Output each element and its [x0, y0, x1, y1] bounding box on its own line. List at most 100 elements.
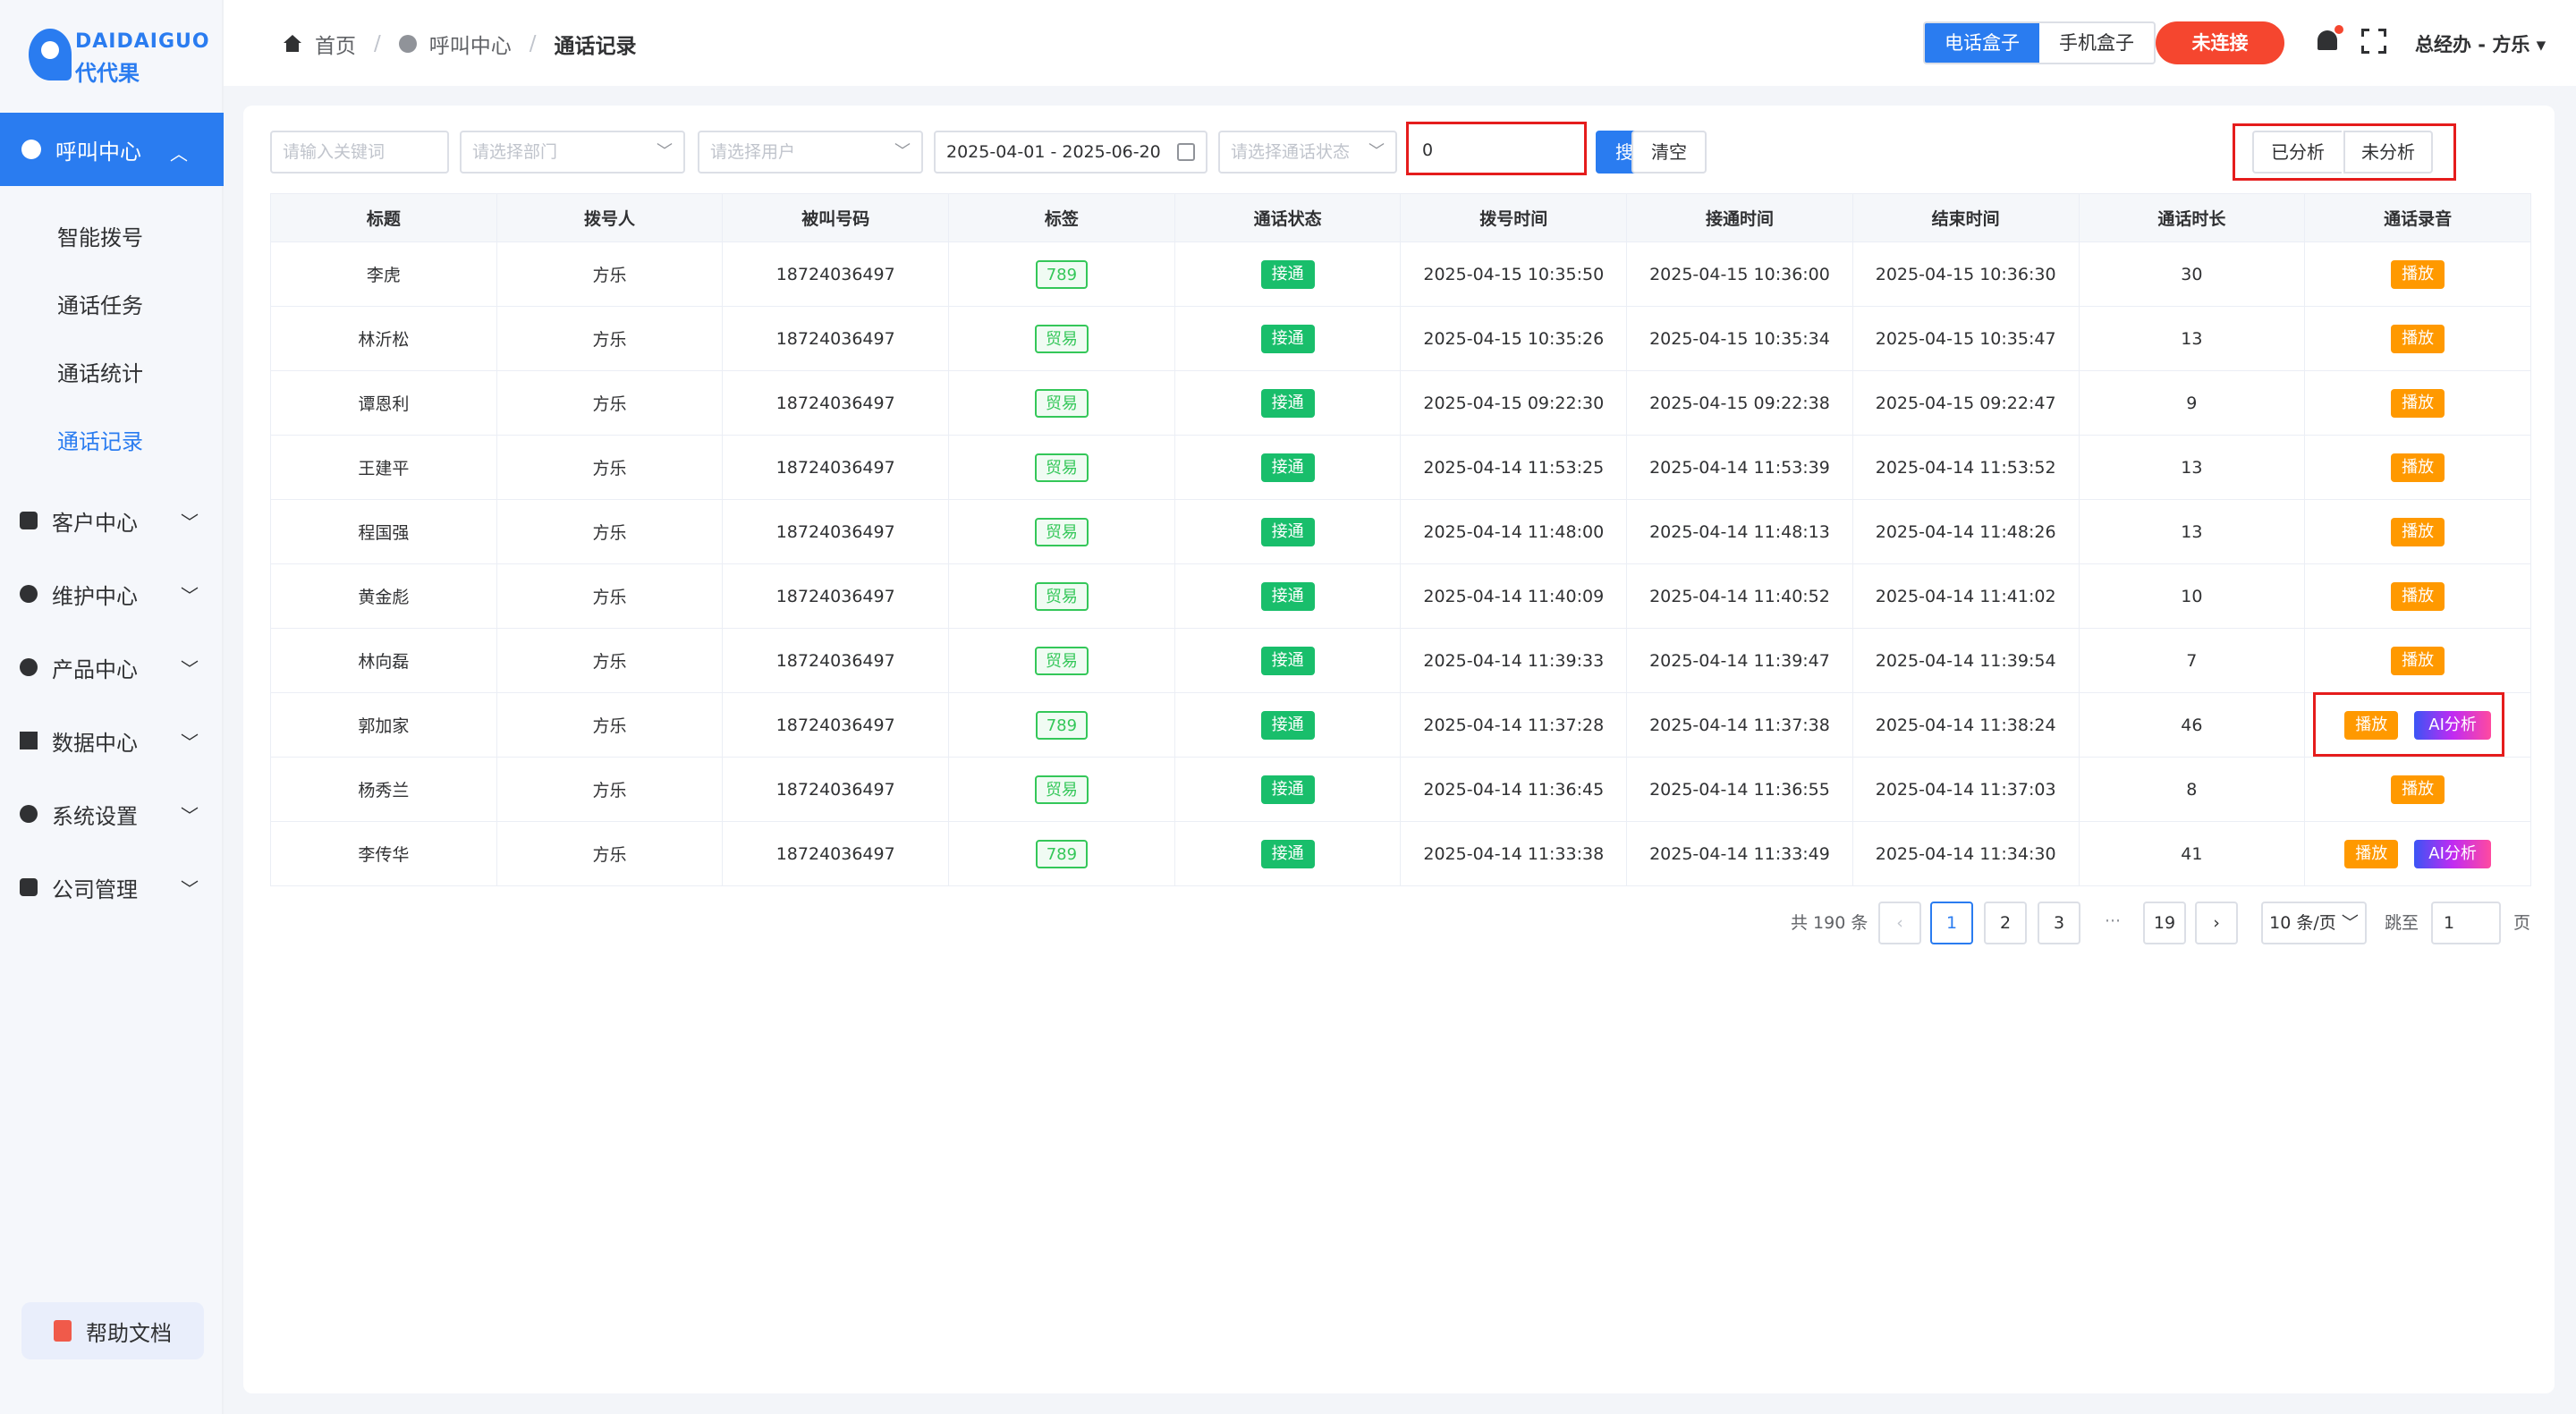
cell-title: 林向磊	[270, 628, 497, 693]
sidebar-group-settings[interactable]: 系统设置 ﹀	[20, 796, 199, 832]
sidebar-group-customer[interactable]: 客户中心 ﹀	[20, 503, 199, 538]
chevron-down-icon: ﹀	[181, 585, 199, 606]
sidebar-item-call-stats[interactable]: 通话统计	[57, 356, 143, 387]
cell-end: 2025-04-14 11:39:54	[1852, 628, 2080, 693]
pagination-page[interactable]: 2	[1984, 902, 2027, 944]
sidebar-group-maintenance[interactable]: 维护中心 ﹀	[20, 576, 199, 612]
cell-caller: 方乐	[496, 306, 724, 371]
status-select[interactable]: 请选择通话状态 ﹀	[1218, 131, 1397, 174]
play-button[interactable]: 播放	[2391, 259, 2445, 289]
cell-recording: 播放	[2304, 628, 2531, 693]
connection-status-button[interactable]: 未连接	[2156, 21, 2284, 64]
pagination-prev[interactable]: ‹	[1878, 902, 1921, 944]
cell-dial: 2025-04-14 11:40:09	[1400, 563, 1628, 629]
table-row: 杨秀兰 方乐 18724036497 贸易 接通 2025-04-14 11:36:45 2…	[270, 757, 2531, 822]
sidebar-item-smart-dial[interactable]: 智能拨号	[57, 220, 143, 251]
cell-tag: 贸易	[948, 370, 1175, 436]
pagination-page[interactable]: 3	[2038, 902, 2080, 944]
help-docs-button[interactable]: 帮助文档	[21, 1302, 204, 1359]
cell-recording: 播放	[2304, 306, 2531, 371]
cell-connect: 2025-04-15 10:35:34	[1626, 306, 1853, 371]
cell-title: 李传华	[270, 821, 497, 886]
logo[interactable]: DAIDAIGUO 代代果	[29, 27, 209, 86]
status-badge: 接通	[1260, 324, 1315, 353]
column-header: 拨号时间	[1400, 193, 1628, 242]
cell-connect: 2025-04-14 11:39:47	[1626, 628, 1853, 693]
tab-phone-box[interactable]: 电话盒子	[1925, 23, 2039, 63]
goto-page-input[interactable]: 1	[2431, 902, 2501, 944]
column-header: 通话状态	[1174, 193, 1402, 242]
breadcrumb-current: 通话记录	[554, 35, 637, 58]
user-name: 总经办 - 方乐	[2415, 34, 2530, 55]
play-button[interactable]: 播放	[2391, 453, 2445, 482]
cell-tag: 贸易	[948, 306, 1175, 371]
cell-title: 黄金彪	[270, 563, 497, 629]
tag-badge: 贸易	[1034, 453, 1089, 482]
pagination-next[interactable]: ›	[2195, 902, 2238, 944]
sidebar-item-call-tasks[interactable]: 通话任务	[57, 288, 143, 319]
cell-number: 18724036497	[722, 306, 950, 371]
play-button[interactable]: 播放	[2344, 839, 2399, 868]
cell-dial: 2025-04-14 11:33:38	[1400, 821, 1628, 886]
date-range-picker[interactable]: 2025-04-01 - 2025-06-20	[934, 131, 1208, 174]
department-select[interactable]: 请选择部门 ﹀	[460, 131, 685, 174]
cell-title: 杨秀兰	[270, 757, 497, 822]
date-range-value: 2025-04-01 - 2025-06-20	[946, 142, 1161, 162]
breadcrumb-separator: /	[374, 32, 381, 55]
cell-recording: 播放	[2304, 563, 2531, 629]
chevron-down-icon: ﹀	[181, 658, 199, 680]
call-records-table: 标题 拨号人 被叫号码 标签 通话状态 拨号时间 接通时间 结束时间 通话时长 …	[270, 193, 2531, 886]
play-button[interactable]: 播放	[2391, 388, 2445, 418]
customer-icon	[20, 512, 38, 529]
tab-mobile-box[interactable]: 手机盒子	[2039, 23, 2154, 63]
phone-icon	[21, 140, 41, 159]
cell-tag: 789	[948, 821, 1175, 886]
cell-end: 2025-04-14 11:48:26	[1852, 499, 2080, 564]
table-header-row: 标题 拨号人 被叫号码 标签 通话状态 拨号时间 接通时间 结束时间 通话时长 …	[270, 193, 2531, 242]
cell-recording: 播放	[2304, 499, 2531, 564]
pagination-page[interactable]: 1	[1930, 902, 1973, 944]
play-button[interactable]: 播放	[2391, 324, 2445, 353]
cell-duration: 10	[2078, 563, 2306, 629]
user-menu[interactable]: 总经办 - 方乐 ▾	[2415, 30, 2546, 57]
cell-dial: 2025-04-14 11:36:45	[1400, 757, 1628, 822]
cell-caller: 方乐	[496, 628, 724, 693]
user-select[interactable]: 请选择用户 ﹀	[698, 131, 923, 174]
table-row: 程国强 方乐 18724036497 贸易 接通 2025-04-14 11:48:00 2…	[270, 499, 2531, 564]
ai-analysis-button[interactable]: AI分析	[2414, 839, 2491, 868]
cell-dial: 2025-04-14 11:39:33	[1400, 628, 1628, 693]
page-size-select[interactable]: 10 条/页 ﹀	[2261, 902, 2367, 944]
product-icon	[20, 658, 38, 676]
play-button[interactable]: 播放	[2391, 646, 2445, 675]
table-row: 郭加家 方乐 18724036497 789 接通 2025-04-14 11:37:28…	[270, 692, 2531, 758]
breadcrumb-home[interactable]: 首页	[315, 29, 356, 59]
tag-badge: 789	[1035, 839, 1089, 868]
bell-icon[interactable]	[2315, 25, 2343, 55]
home-icon	[283, 35, 302, 53]
play-button[interactable]: 播放	[2391, 517, 2445, 546]
bar-chart-icon	[20, 732, 38, 749]
cell-connect: 2025-04-14 11:36:55	[1626, 757, 1853, 822]
sidebar-group-product[interactable]: 产品中心 ﹀	[20, 649, 199, 685]
sidebar-group-call-center[interactable]: 呼叫中心 ︿	[0, 113, 224, 186]
cell-end: 2025-04-14 11:34:30	[1852, 821, 2080, 886]
caret-down-icon: ▾	[2536, 34, 2546, 55]
play-button[interactable]: 播放	[2391, 775, 2445, 804]
sidebar-group-company[interactable]: 公司管理 ﹀	[20, 869, 199, 905]
cell-status: 接通	[1174, 499, 1402, 564]
sidebar-group-label: 呼叫中心	[55, 139, 141, 165]
fullscreen-icon[interactable]	[2360, 28, 2387, 55]
chevron-down-icon: ﹀	[181, 512, 199, 533]
pagination-page[interactable]: 19	[2143, 902, 2186, 944]
breadcrumb-call-center[interactable]: 呼叫中心	[429, 29, 512, 59]
sidebar-group-label: 数据中心	[52, 730, 138, 756]
sidebar-item-call-records[interactable]: 通话记录	[57, 424, 143, 455]
status-badge: 接通	[1260, 517, 1315, 546]
sidebar-group-data[interactable]: 数据中心 ﹀	[20, 723, 199, 758]
play-button[interactable]: 播放	[2391, 581, 2445, 611]
cell-number: 18724036497	[722, 563, 950, 629]
keyword-input[interactable]: 请输入关键词	[270, 131, 449, 174]
pagination-ellipsis[interactable]: ···	[2091, 902, 2134, 944]
clear-button[interactable]: 清空	[1631, 131, 1707, 174]
tag-badge: 贸易	[1034, 775, 1089, 804]
